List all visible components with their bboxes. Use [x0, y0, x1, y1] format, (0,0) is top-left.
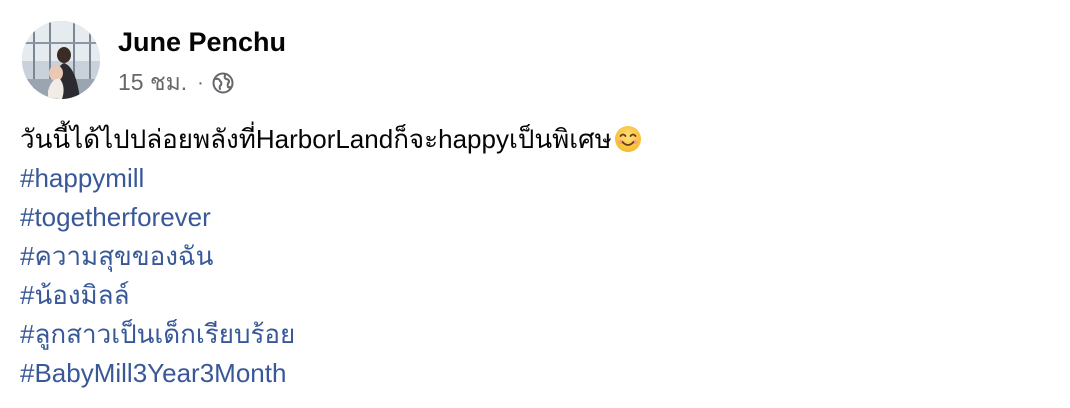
- hashtag-link[interactable]: #ความสุขของฉัน: [20, 237, 642, 276]
- hashtag-link[interactable]: #togetherforever: [20, 198, 642, 237]
- post-time[interactable]: 15 ชม.: [118, 65, 187, 101]
- author-name[interactable]: June Penchu: [118, 26, 286, 58]
- hashtag-link[interactable]: #BabyMill3Year3Month: [20, 354, 642, 393]
- caption-text: วันนี้ได้ไปปล่อยพลังที่HarborLandก็จะhap…: [20, 124, 612, 154]
- meta-separator: ·: [197, 71, 204, 94]
- smiling-face-icon: [614, 125, 642, 153]
- post-card: June Penchu 15 ชม. · วันนี้ได้ไปปล่อยพลั…: [0, 0, 1070, 408]
- hashtag-link[interactable]: #happymill: [20, 159, 642, 198]
- avatar[interactable]: [22, 21, 100, 99]
- post-caption: วันนี้ได้ไปปล่อยพลังที่HarborLandก็จะhap…: [20, 120, 642, 159]
- hashtag-link[interactable]: #น้องมิลล์: [20, 276, 642, 315]
- globe-icon[interactable]: [212, 72, 234, 94]
- avatar-photo: [22, 21, 100, 99]
- hashtag-link[interactable]: #ลูกสาวเป็นเด็กเรียบร้อย: [20, 315, 642, 354]
- post-meta: 15 ชม. ·: [118, 68, 234, 98]
- post-body: วันนี้ได้ไปปล่อยพลังที่HarborLandก็จะhap…: [20, 120, 642, 393]
